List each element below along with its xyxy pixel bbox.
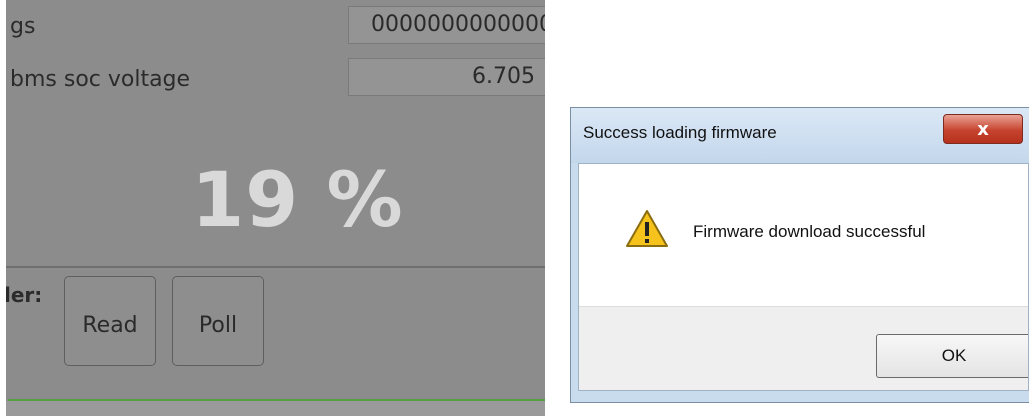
dialog-content: Firmware download successful <box>579 164 1028 306</box>
close-icon: x <box>977 118 989 140</box>
window-edge <box>0 0 6 416</box>
dialog-body: Firmware download successful OK <box>578 163 1029 391</box>
flags-label: gs <box>10 14 36 39</box>
bms-soc-voltage-field[interactable]: 6.705 <box>348 58 545 96</box>
progress-percent: 19 % <box>191 155 404 244</box>
poll-button[interactable]: Poll <box>172 276 264 366</box>
read-button[interactable]: Read <box>64 276 156 366</box>
bottom-strip <box>0 401 545 416</box>
warning-icon <box>626 210 668 247</box>
dialog-titlebar[interactable]: Success loading firmware x <box>571 108 1029 163</box>
dialog-message: Firmware download successful <box>693 222 926 241</box>
ok-button[interactable]: OK <box>876 334 1028 378</box>
controller-group-label: ler: <box>4 283 43 307</box>
firmware-dialog: Success loading firmware x Firmware down… <box>570 107 1029 403</box>
dialog-footer: OK <box>579 306 1028 390</box>
close-button[interactable]: x <box>943 114 1023 144</box>
app-window: gs 000000000000000 bms soc voltage 6.705… <box>0 0 545 416</box>
flags-field[interactable]: 000000000000000 <box>348 6 545 44</box>
dialog-title: Success loading firmware <box>583 123 777 142</box>
bms-soc-voltage-label: bms soc voltage <box>10 67 191 92</box>
section-divider <box>0 266 545 268</box>
